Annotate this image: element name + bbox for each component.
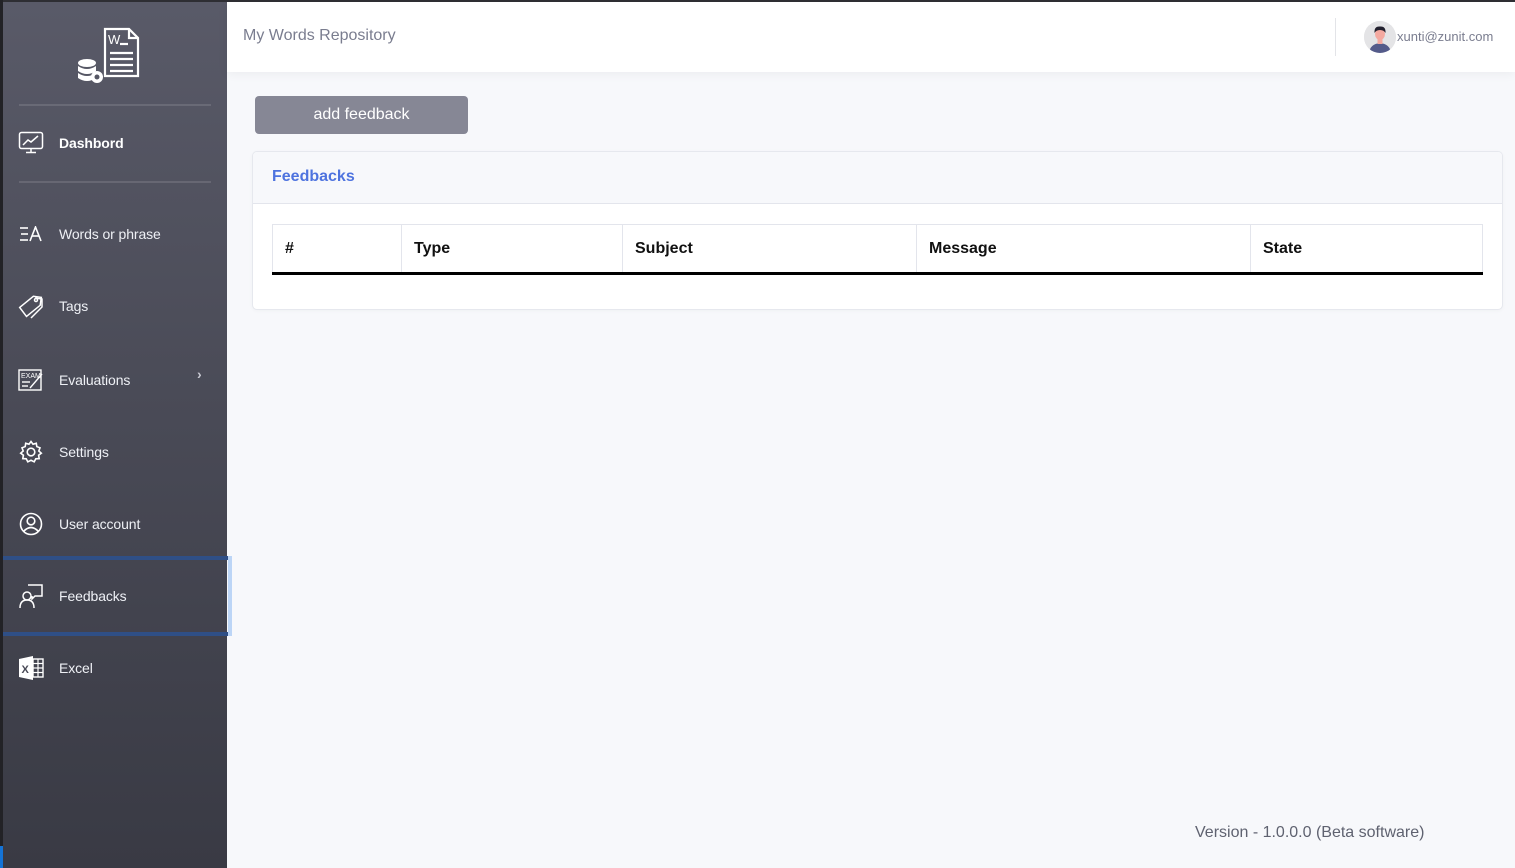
sidebar: W Dashbord Words or phrase Tags EXAM Eva… [3,2,232,868]
card-title: Feedbacks [272,168,355,185]
sidebar-item-dashboard[interactable]: Dashbord [3,107,227,179]
column-header-state[interactable]: State [1250,224,1483,275]
user-email[interactable]: xunti@zunit.com [1397,29,1493,44]
word-database-logo-icon[interactable]: W [75,26,141,86]
column-header-type[interactable]: Type [401,224,623,275]
presenter-icon [18,583,44,609]
sidebar-item-excel[interactable]: X Excel [3,632,227,704]
sidebar-item-label: Dashbord [59,135,124,151]
user-circle-icon [18,511,44,537]
sidebar-item-words-or-phrase[interactable]: Words or phrase [3,198,227,270]
header-divider [1335,18,1336,56]
feedbacks-table: # Type Subject Message State [272,224,1483,275]
sidebar-item-user-account[interactable]: User account [3,488,227,560]
card-header: Feedbacks [253,152,1502,204]
window-left-border [0,0,3,868]
sidebar-item-label: Settings [59,444,109,460]
monitor-chart-icon [18,130,44,156]
column-header-message[interactable]: Message [916,224,1251,275]
sidebar-item-label: Words or phrase [59,226,161,242]
sidebar-item-tags[interactable]: Tags [3,270,227,342]
feedbacks-card: Feedbacks # Type Subject Message State [252,151,1503,310]
sidebar-item-settings[interactable]: Settings [3,416,227,488]
tags-icon [18,293,44,319]
top-header: My Words Repository xunti@zunit.com [227,2,1515,72]
table-header-row: # Type Subject Message State [272,224,1483,275]
column-header-subject[interactable]: Subject [622,224,917,275]
sidebar-item-label: Evaluations [59,372,131,388]
user-avatar-icon[interactable] [1364,21,1396,53]
exam-icon: EXAM [18,367,44,393]
version-label: Version - 1.0.0.0 (Beta software) [1195,824,1425,841]
window-top-border [0,0,1515,2]
column-header-number[interactable]: # [272,224,402,275]
sidebar-item-label: Tags [59,298,89,314]
chevron-right-icon[interactable]: › [197,366,202,382]
sidebar-divider [19,181,211,183]
sidebar-item-label: Feedbacks [59,588,127,604]
sidebar-item-label: Excel [59,660,93,676]
app-title: My Words Repository [243,27,396,44]
text-lines-icon [18,221,44,247]
sidebar-item-feedbacks[interactable]: Feedbacks [3,556,232,636]
window-left-accent [0,846,3,868]
gear-icon [18,439,44,465]
sidebar-item-label: User account [59,516,141,532]
sidebar-item-evaluations[interactable]: EXAM Evaluations › [3,344,227,416]
svg-text:X: X [22,664,30,676]
add-feedback-button[interactable]: add feedback [255,96,468,134]
excel-icon: X [18,655,44,681]
sidebar-divider [19,104,211,106]
svg-text:W: W [108,32,121,47]
